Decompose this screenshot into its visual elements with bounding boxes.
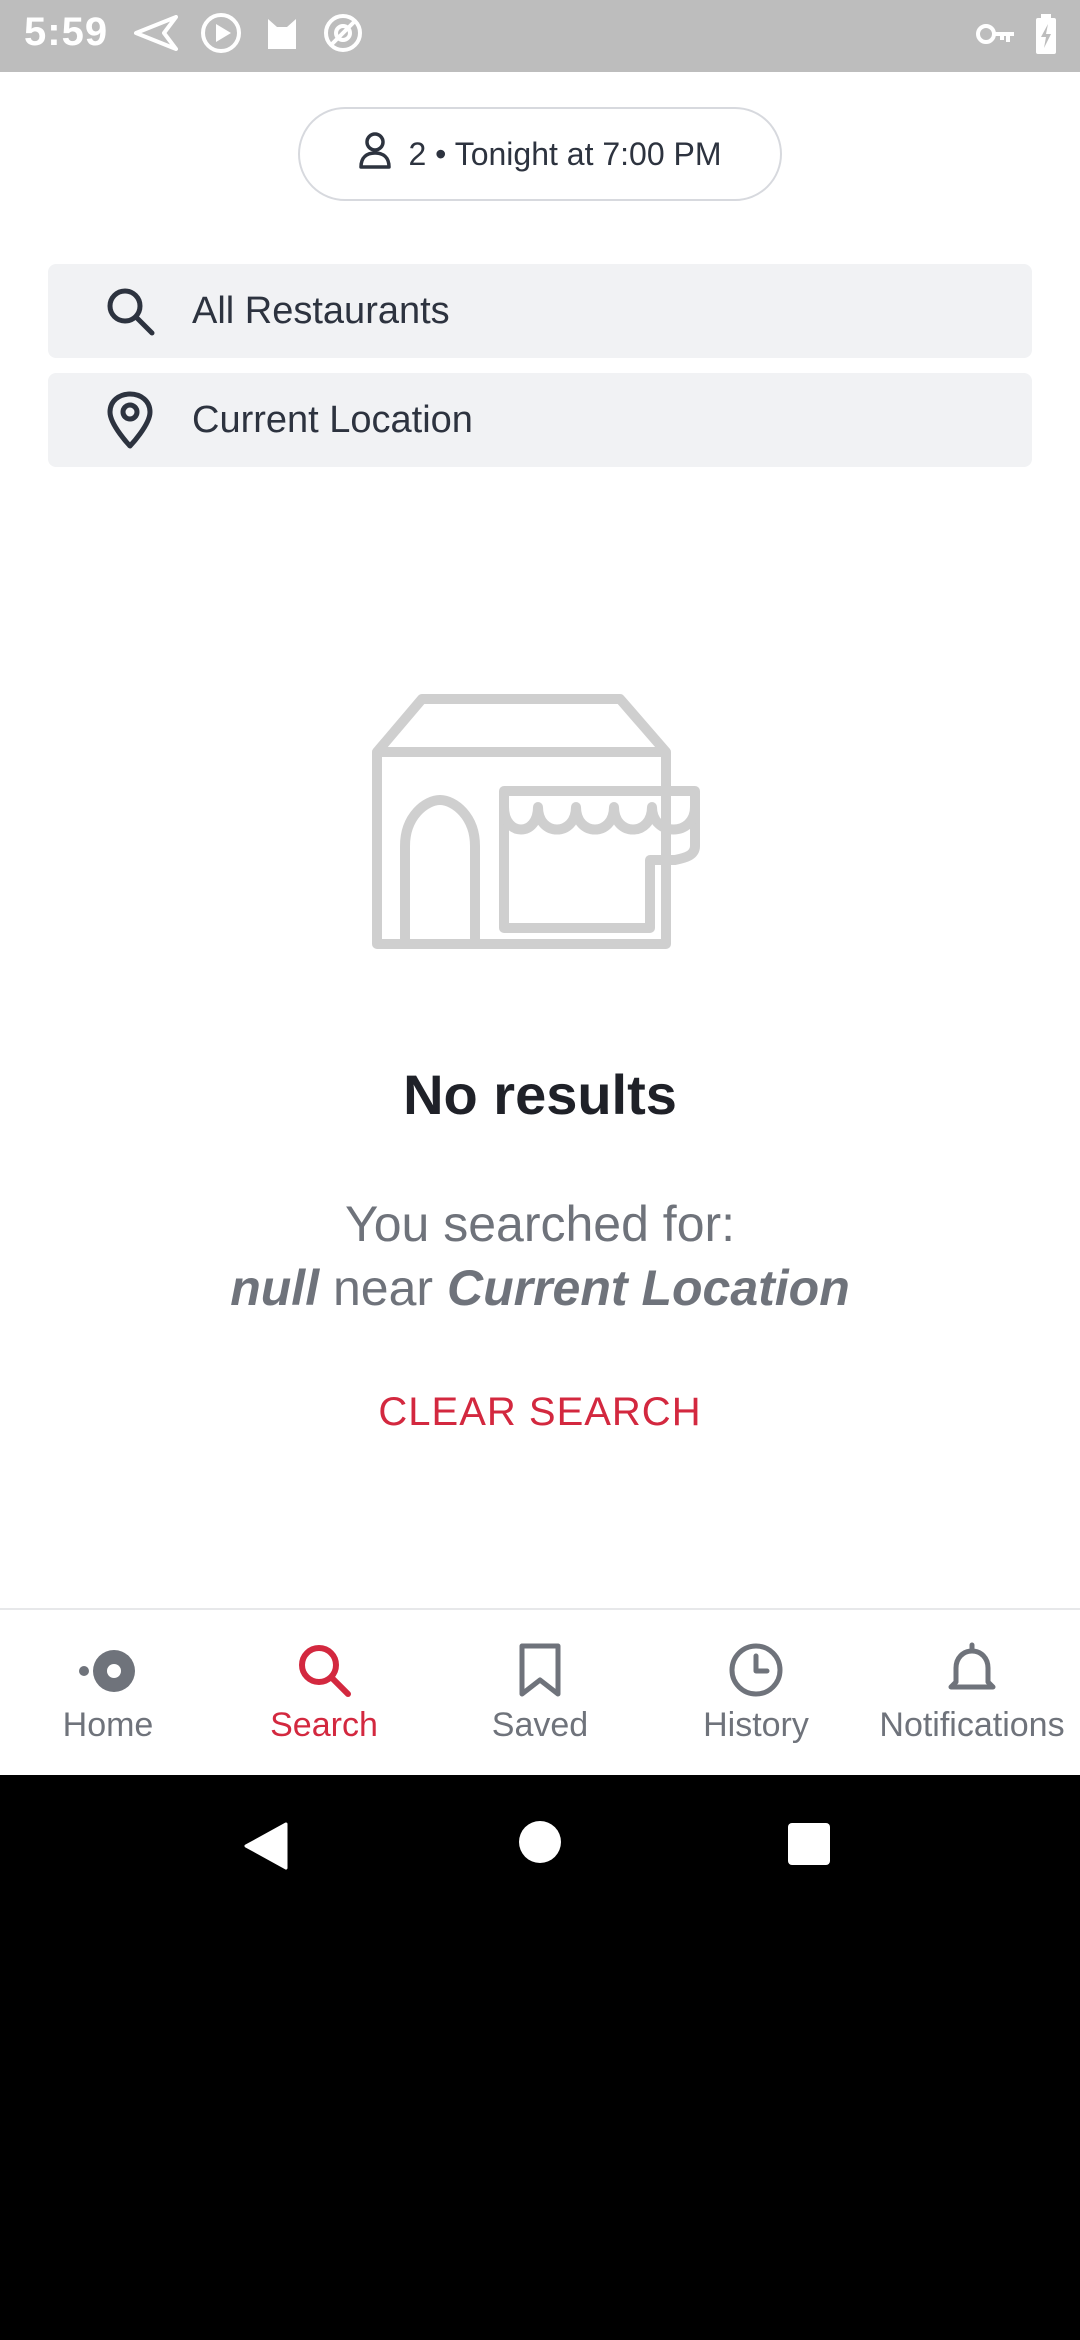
restaurant-search-field[interactable]: All Restaurants (48, 264, 1032, 358)
nav-item-home[interactable]: Home (0, 1610, 216, 1777)
home-icon (76, 1638, 140, 1702)
notification-icons (134, 12, 364, 59)
searched-location: Current Location (446, 1260, 850, 1316)
party-size-time-selector[interactable]: 2 • Tonight at 7:00 PM (298, 107, 782, 201)
battery-charging-icon (1034, 14, 1058, 59)
at-sign-icon (322, 12, 364, 59)
system-navigation-bar (0, 1775, 1080, 1910)
search-summary: You searched for: null near Current Loca… (0, 1192, 1080, 1320)
nav-item-saved[interactable]: Saved (432, 1610, 648, 1777)
status-time: 5:59 (24, 10, 109, 54)
no-results-title: No results (403, 1063, 677, 1126)
person-icon (358, 131, 392, 177)
near-text: near (333, 1260, 434, 1316)
nav-label-notifications: Notifications (879, 1706, 1065, 1744)
home-circle-icon[interactable] (518, 1820, 562, 1869)
search-field-value: All Restaurants (192, 289, 450, 332)
nav-item-history[interactable]: History (648, 1610, 864, 1777)
back-icon[interactable] (244, 1822, 288, 1875)
nav-item-search[interactable]: Search (216, 1610, 432, 1777)
location-field-value: Current Location (192, 398, 473, 441)
searched-query: null (230, 1260, 320, 1316)
search-icon (296, 1638, 352, 1702)
vpn-key-icon (976, 22, 1016, 51)
bookmark-icon (518, 1638, 562, 1702)
bottom-navigation: Home Search Saved History Notifications (0, 1608, 1080, 1777)
send-icon (134, 15, 178, 56)
search-icon (98, 285, 162, 337)
clock-icon (727, 1638, 785, 1702)
search-summary-label: You searched for: (344, 1196, 736, 1252)
nav-label-search: Search (270, 1706, 378, 1744)
party-selector-label: 2 • Tonight at 7:00 PM (408, 135, 722, 172)
storefront-illustration-icon (370, 692, 710, 962)
search-screen: 2 • Tonight at 7:00 PM All Restaurants C… (0, 72, 1080, 1777)
play-icon (200, 12, 242, 59)
location-pin-icon (98, 391, 162, 449)
nav-label-home: Home (62, 1706, 154, 1744)
bell-icon (946, 1638, 998, 1702)
clear-search-button[interactable]: CLEAR SEARCH (0, 1390, 1080, 1435)
system-icons (976, 14, 1058, 59)
recents-square-icon[interactable] (787, 1822, 831, 1871)
status-bar: 5:59 (0, 0, 1080, 72)
nav-label-history: History (703, 1706, 809, 1744)
location-field[interactable]: Current Location (48, 373, 1032, 467)
cat-icon (264, 15, 300, 56)
nav-label-saved: Saved (491, 1706, 589, 1744)
nav-item-notifications[interactable]: Notifications (864, 1610, 1080, 1777)
